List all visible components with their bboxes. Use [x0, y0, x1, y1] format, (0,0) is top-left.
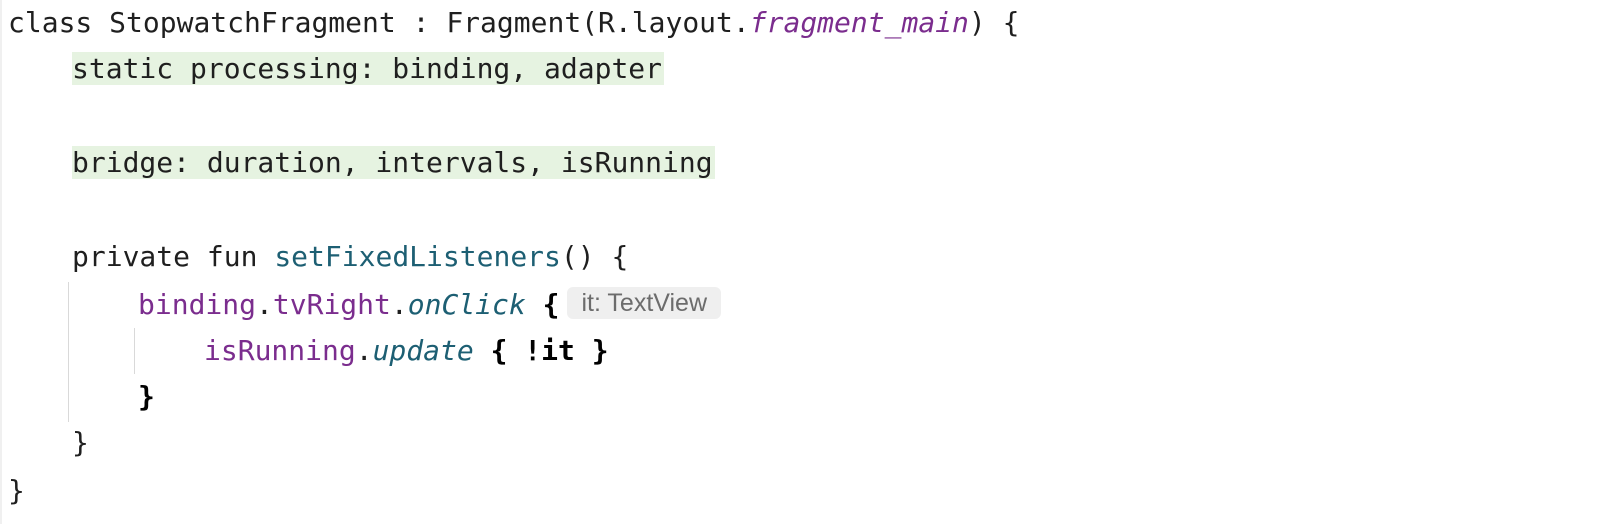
lambda-body: { !it } [490, 334, 609, 367]
function-name: setFixedListeners [274, 240, 561, 273]
code-line-function-declaration[interactable]: private fun setFixedListeners() { [72, 234, 628, 280]
colon: : [412, 6, 430, 39]
highlighted-text: bridge: duration, intervals, isRunning [72, 146, 715, 179]
dot: . [390, 288, 408, 321]
code-editor[interactable]: class StopwatchFragment : Fragment(R.lay… [0, 0, 1600, 524]
code-line-static-processing[interactable]: static processing: binding, adapter [72, 46, 665, 92]
dot: . [256, 288, 273, 321]
class-name: StopwatchFragment [109, 6, 396, 39]
editor-gutter-edge [0, 0, 2, 524]
lambda-brace: { [542, 288, 560, 321]
code-line-bridge[interactable]: bridge: duration, intervals, isRunning [72, 140, 715, 186]
close-brace: } [8, 474, 25, 507]
open-brace: ) { [968, 6, 1020, 39]
close-brace: } [72, 426, 89, 459]
tvright-identifier: tvRight [272, 288, 391, 321]
keyword-fun: fun [206, 240, 258, 273]
inlay-type-hint: it: TextView [567, 287, 722, 319]
keyword-private: private [72, 240, 191, 273]
indent-guide [68, 282, 69, 422]
code-line-close-class[interactable]: } [8, 468, 25, 514]
code-line-close-lambda[interactable]: } [138, 374, 155, 420]
binding-identifier: binding [138, 288, 257, 321]
layout-reference: fragment_main [749, 6, 969, 39]
update-call: update [372, 334, 474, 367]
code-line-update[interactable]: isRunning.update { !it } [204, 328, 609, 374]
highlighted-text: static processing: binding, adapter [72, 52, 665, 85]
superclass-call: Fragment(R.layout. [446, 6, 750, 39]
indent-guide [134, 328, 135, 374]
code-line-close-function[interactable]: } [72, 420, 89, 466]
isrunning-identifier: isRunning [204, 334, 356, 367]
keyword-class: class [8, 6, 93, 39]
params-and-brace: () { [560, 240, 629, 273]
close-brace: } [138, 380, 155, 413]
onclick-call: onClick [407, 288, 526, 321]
dot: . [355, 334, 373, 367]
code-line-class-declaration[interactable]: class StopwatchFragment : Fragment(R.lay… [8, 0, 1019, 46]
code-line-onclick[interactable]: binding.tvRight.onClick {it: TextView [138, 282, 722, 328]
